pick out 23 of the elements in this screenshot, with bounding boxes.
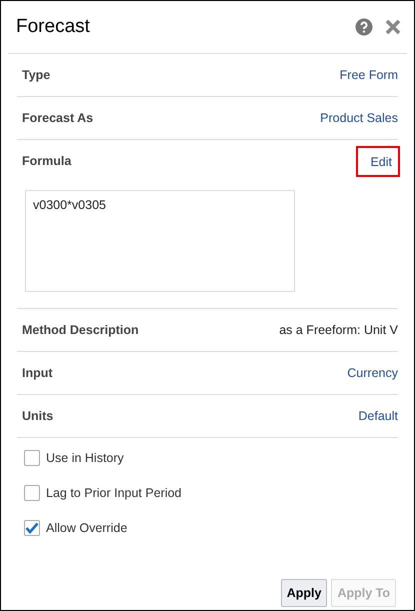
value-link[interactable]: Edit: [358, 148, 398, 174]
value-link[interactable]: Currency: [347, 366, 398, 380]
checkbox-label: Allow Override: [46, 521, 128, 535]
field-label: Input: [21, 366, 53, 380]
formula-box[interactable]: v0300*v0305: [25, 190, 295, 292]
value-link[interactable]: Product Sales: [320, 111, 398, 125]
field-value: as a Freeform: Unit V: [279, 323, 398, 337]
checkbox[interactable]: [24, 485, 40, 501]
field-label: Type: [21, 68, 50, 82]
checkbox[interactable]: [24, 520, 40, 536]
value-link[interactable]: Free Form: [340, 68, 398, 82]
action-button[interactable]: Apply: [280, 579, 328, 607]
checkbox-label: Use in History: [46, 451, 124, 465]
field-label: Formula: [21, 154, 72, 168]
checkbox-label: Lag to Prior Input Period: [46, 486, 182, 500]
field-label: Units: [21, 409, 54, 423]
field-label: Forecast As: [21, 111, 94, 125]
value-link[interactable]: Default: [358, 409, 398, 423]
checkbox[interactable]: [24, 450, 40, 466]
window-title: Forecast: [16, 16, 91, 38]
help-icon[interactable]: [355, 18, 373, 36]
field-label: Method Description: [21, 323, 139, 337]
close-icon[interactable]: [385, 19, 401, 35]
